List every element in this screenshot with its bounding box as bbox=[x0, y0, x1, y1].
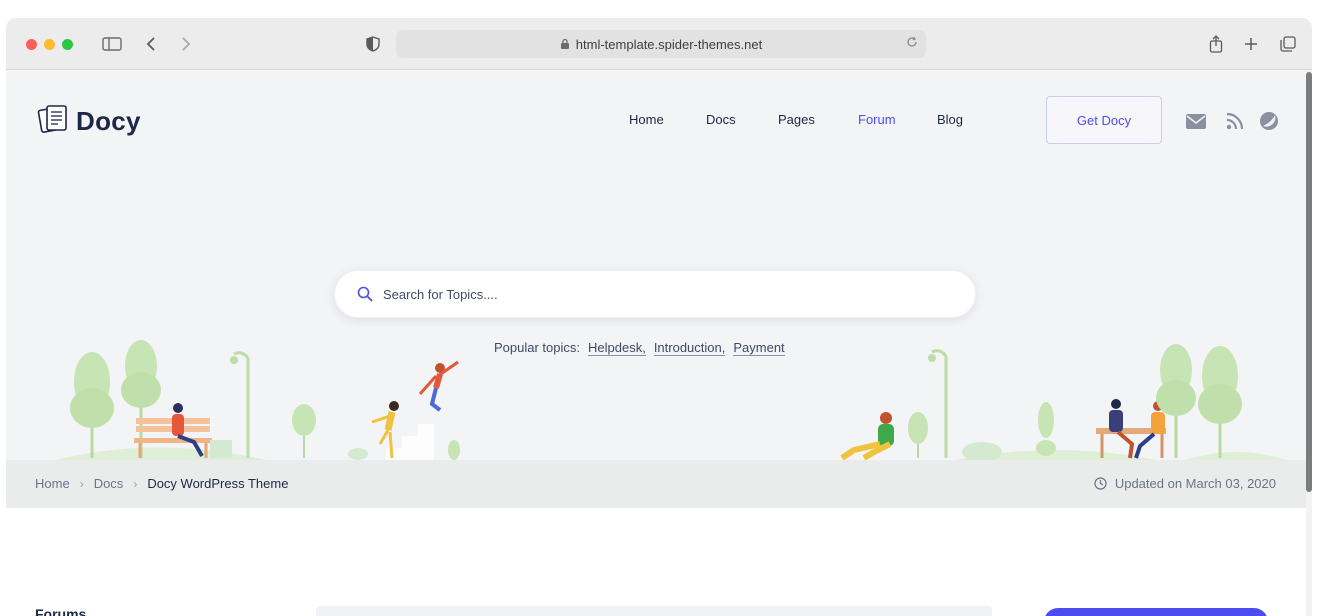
close-window-button[interactable] bbox=[26, 39, 37, 50]
lamp-post-icon bbox=[928, 349, 948, 458]
forward-icon[interactable] bbox=[174, 33, 198, 55]
forum-search-field[interactable] bbox=[316, 606, 992, 616]
chevron-right-icon: › bbox=[133, 476, 138, 491]
breadcrumb: Home › Docs › Docy WordPress Theme bbox=[35, 476, 288, 491]
web-page: Docy Home Docs Pages Forum Blog Get Docy bbox=[6, 70, 1306, 616]
nav-docs[interactable]: Docs bbox=[706, 112, 736, 127]
hero-illustration bbox=[56, 340, 1286, 460]
breadcrumb-bar: Home › Docs › Docy WordPress Theme Updat… bbox=[6, 460, 1306, 508]
site-logo[interactable]: Docy bbox=[36, 102, 141, 141]
url-text: html-template.spider-themes.net bbox=[575, 36, 763, 52]
theme-toggle-icon[interactable] bbox=[1258, 110, 1280, 132]
search-input[interactable] bbox=[383, 286, 943, 302]
back-icon[interactable] bbox=[139, 33, 163, 55]
sidebar-icon[interactable] bbox=[100, 33, 124, 55]
nav-pages[interactable]: Pages bbox=[778, 112, 815, 127]
page-scrollbar[interactable] bbox=[1306, 70, 1312, 616]
new-tab-icon[interactable] bbox=[1239, 33, 1263, 55]
breadcrumb-current: Docy WordPress Theme bbox=[147, 476, 289, 491]
chevron-right-icon: › bbox=[79, 476, 84, 491]
maximize-window-button[interactable] bbox=[62, 39, 73, 50]
mail-icon[interactable] bbox=[1185, 110, 1207, 132]
tree-icon bbox=[908, 412, 928, 458]
logo-text: Docy bbox=[76, 106, 141, 136]
nav-home[interactable]: Home bbox=[629, 112, 664, 127]
breadcrumb-docs[interactable]: Docs bbox=[94, 476, 124, 491]
lamp-post-icon bbox=[230, 351, 250, 458]
scrollbar-thumb[interactable] bbox=[1306, 72, 1312, 492]
search-icon bbox=[357, 286, 373, 302]
last-updated: Updated on March 03, 2020 bbox=[1094, 476, 1276, 491]
rss-icon[interactable] bbox=[1224, 110, 1246, 132]
browser-toolbar: html-template.spider-themes.net bbox=[6, 18, 1312, 70]
share-icon[interactable] bbox=[1204, 33, 1228, 55]
breadcrumb-home[interactable]: Home bbox=[35, 476, 70, 491]
bench-couple-icon bbox=[1096, 399, 1166, 459]
shield-icon[interactable] bbox=[361, 33, 385, 55]
get-docy-button[interactable]: Get Docy bbox=[1046, 96, 1162, 144]
forums-heading: Forums bbox=[35, 606, 87, 616]
updated-text: Updated on March 03, 2020 bbox=[1114, 476, 1276, 491]
hero-section: Docy Home Docs Pages Forum Blog Get Docy bbox=[6, 70, 1306, 460]
address-bar[interactable]: html-template.spider-themes.net bbox=[396, 30, 926, 58]
tree-icon bbox=[1198, 346, 1242, 458]
lock-icon bbox=[560, 38, 570, 50]
tree-icon bbox=[70, 352, 114, 458]
forum-action-button[interactable] bbox=[1044, 608, 1268, 616]
minimize-window-button[interactable] bbox=[44, 39, 55, 50]
sitting-person-icon bbox=[840, 412, 894, 460]
topic-search-box bbox=[334, 270, 976, 318]
bush-icon bbox=[962, 402, 1056, 460]
logo-icon bbox=[36, 102, 70, 141]
tree-icon bbox=[292, 404, 316, 458]
nav-blog[interactable]: Blog bbox=[937, 112, 963, 127]
nav-forum[interactable]: Forum bbox=[858, 112, 896, 127]
reload-icon[interactable] bbox=[906, 36, 918, 51]
clock-icon bbox=[1094, 477, 1107, 490]
people-climbing-icon bbox=[371, 360, 459, 460]
tabs-overview-icon[interactable] bbox=[1276, 33, 1300, 55]
